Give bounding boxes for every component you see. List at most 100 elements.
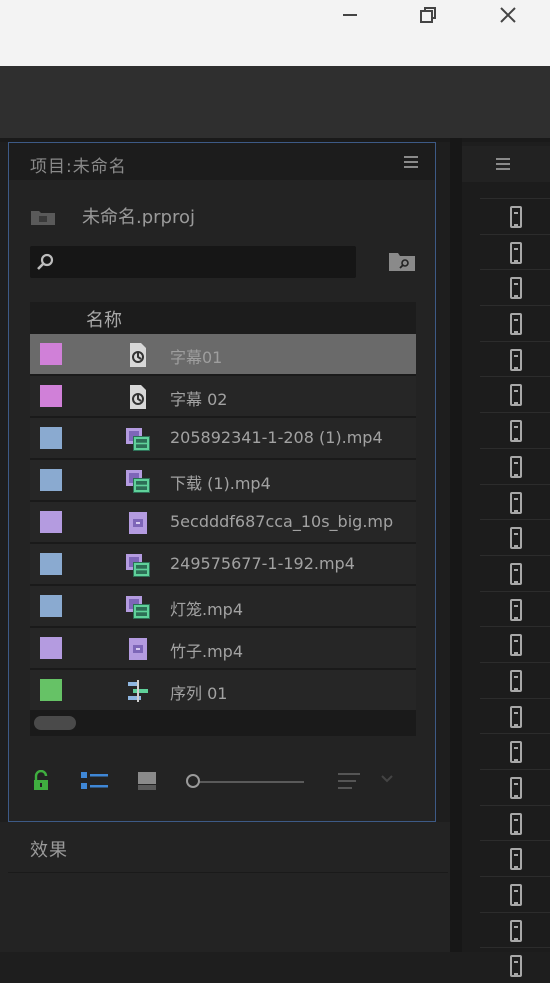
right-panel-menu-icon[interactable] xyxy=(496,158,510,170)
list-item[interactable] xyxy=(480,769,550,805)
list-item[interactable] xyxy=(480,554,550,591)
clip-icon xyxy=(510,277,522,300)
list-item[interactable]: 竹子.mp4 xyxy=(30,628,416,668)
clip-icon xyxy=(510,598,522,621)
item-name: 249575677-1-192.mp4 xyxy=(170,554,355,573)
clip-icon xyxy=(510,669,522,692)
list-item[interactable]: 205892341-1-208 (1).mp4 xyxy=(30,418,416,458)
list-item[interactable] xyxy=(480,233,550,270)
label-color-swatch[interactable] xyxy=(40,553,62,575)
clip-icon xyxy=(510,455,522,478)
list-item[interactable] xyxy=(480,590,550,627)
bin-folder-icon xyxy=(31,211,55,225)
zoom-slider[interactable] xyxy=(194,781,304,783)
clip-icon xyxy=(510,848,522,871)
list-item[interactable] xyxy=(480,340,550,377)
list-item[interactable]: 序列 01 xyxy=(30,670,416,710)
list-item[interactable]: 下载 (1).mp4 xyxy=(30,460,416,500)
list-item[interactable]: 字幕 02 xyxy=(30,376,416,416)
lock-icon[interactable] xyxy=(32,770,50,792)
list-item[interactable] xyxy=(480,412,550,448)
video-audio-icon xyxy=(124,425,152,453)
clip-icon xyxy=(510,741,522,764)
project-item-list: 名称 字幕01 字幕 02 205892341-1-208 (1).mp4 下载 (1… xyxy=(30,302,416,736)
list-item[interactable]: 灯笼.mp4 xyxy=(30,586,416,626)
panel-divider[interactable] xyxy=(450,138,462,952)
icon-view-icon[interactable] xyxy=(136,770,158,792)
list-item[interactable]: 字幕01 xyxy=(30,334,416,374)
clip-icon xyxy=(510,206,522,228)
list-item[interactable] xyxy=(480,305,550,341)
project-panel-toolbar xyxy=(8,762,436,802)
clip-icon xyxy=(510,955,522,978)
minimize-button[interactable] xyxy=(330,4,370,26)
list-item[interactable]: 5ecdddf687cca_10s_big.mp xyxy=(30,502,416,542)
clip-icon xyxy=(510,313,522,336)
project-panel: 项目:未命名 未命名.prproj 名称 字幕01 字幕 02 205892341-… xyxy=(8,142,436,822)
list-item[interactable] xyxy=(480,447,550,484)
chevron-down-icon[interactable] xyxy=(380,774,394,784)
zoom-slider-handle[interactable] xyxy=(186,774,200,788)
clip-icon xyxy=(510,384,522,407)
label-color-swatch[interactable] xyxy=(40,427,62,449)
list-item[interactable] xyxy=(480,947,550,983)
video-audio-icon xyxy=(124,551,152,579)
close-button[interactable] xyxy=(488,4,528,26)
clip-icon xyxy=(510,705,522,728)
clip-icon xyxy=(510,562,522,585)
effects-panel-header[interactable]: 效果 xyxy=(8,822,448,873)
label-color-swatch[interactable] xyxy=(40,679,62,701)
list-item[interactable] xyxy=(480,519,550,555)
label-color-swatch[interactable] xyxy=(40,595,62,617)
list-item[interactable] xyxy=(480,911,550,948)
new-search-bin-icon[interactable] xyxy=(388,250,416,272)
list-item[interactable] xyxy=(480,804,550,841)
title-icon xyxy=(124,383,152,411)
effects-panel-title: 效果 xyxy=(30,840,68,861)
minimize-icon xyxy=(343,14,357,16)
horizontal-scrollbar[interactable] xyxy=(34,716,76,730)
item-name: 竹子.mp4 xyxy=(170,642,244,661)
list-item[interactable] xyxy=(480,626,550,662)
right-panel-list xyxy=(480,198,550,983)
list-item[interactable] xyxy=(480,376,550,412)
item-name: 灯笼.mp4 xyxy=(170,600,244,619)
clip-icon xyxy=(510,527,522,550)
label-color-swatch[interactable] xyxy=(40,343,62,365)
project-panel-menu-icon[interactable] xyxy=(404,156,418,168)
list-item[interactable] xyxy=(480,733,550,769)
item-name: 205892341-1-208 (1).mp4 xyxy=(170,428,383,447)
label-color-swatch[interactable] xyxy=(40,511,62,533)
label-color-swatch[interactable] xyxy=(40,469,62,491)
item-name: 序列 01 xyxy=(170,684,228,703)
list-item[interactable] xyxy=(480,483,550,520)
label-color-swatch[interactable] xyxy=(40,385,62,407)
item-name: 字幕 02 xyxy=(170,390,228,409)
sort-icons-icon[interactable] xyxy=(338,770,362,792)
search-input[interactable] xyxy=(30,246,356,278)
clip-icon xyxy=(510,634,522,657)
list-item[interactable] xyxy=(480,840,550,876)
right-panel-header[interactable] xyxy=(462,146,550,182)
list-item[interactable]: 249575677-1-192.mp4 xyxy=(30,544,416,584)
label-color-swatch[interactable] xyxy=(40,637,62,659)
list-item[interactable] xyxy=(480,661,550,698)
video-audio-icon xyxy=(124,593,152,621)
item-name: 5ecdddf687cca_10s_big.mp xyxy=(170,512,394,531)
clip-icon xyxy=(510,884,522,907)
list-view-icon[interactable] xyxy=(80,770,110,792)
list-item[interactable] xyxy=(480,269,550,305)
clip-icon xyxy=(510,812,522,835)
clip-icon xyxy=(510,491,522,514)
project-panel-header[interactable]: 项目:未命名 xyxy=(8,142,436,180)
list-item[interactable] xyxy=(480,876,550,912)
column-name-label: 名称 xyxy=(86,310,122,331)
list-item[interactable] xyxy=(480,198,550,234)
window-title-bar xyxy=(0,0,550,66)
video-audio-icon xyxy=(124,467,152,495)
column-header-name[interactable]: 名称 xyxy=(30,302,416,334)
video-icon xyxy=(124,509,152,537)
list-item[interactable] xyxy=(480,697,550,734)
restore-button[interactable] xyxy=(408,4,448,26)
sequence-icon xyxy=(124,677,152,705)
